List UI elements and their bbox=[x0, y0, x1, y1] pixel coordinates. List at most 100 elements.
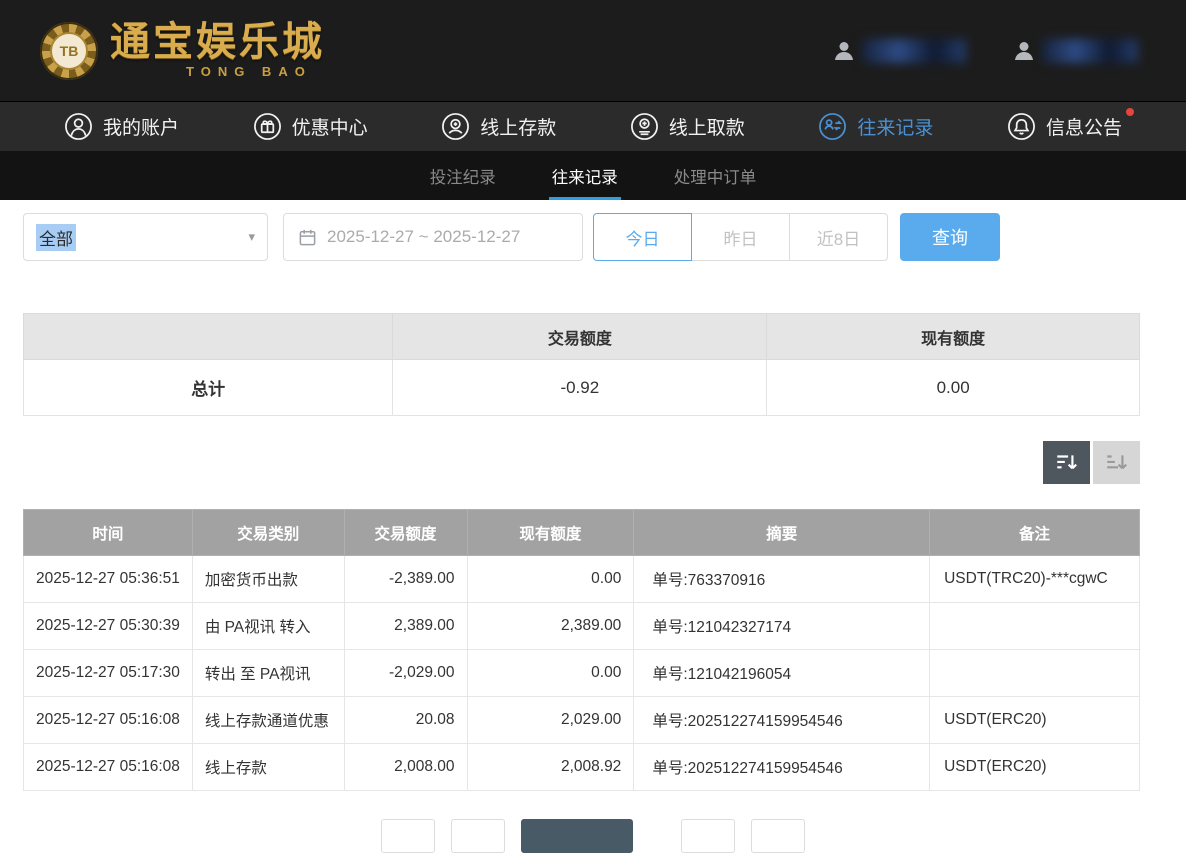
cell-balance: 2,389.00 bbox=[467, 603, 634, 650]
cell-remark bbox=[930, 603, 1140, 650]
chevron-down-icon: ▾ bbox=[248, 229, 255, 245]
cell-amount: 20.08 bbox=[344, 697, 467, 744]
col-type: 交易类别 bbox=[192, 510, 344, 556]
chip-text: TB bbox=[50, 32, 88, 70]
avatar-icon bbox=[1012, 39, 1036, 63]
records-table-section: 时间 交易类别 交易额度 现有额度 摘要 备注 2025-12-27 05:36… bbox=[23, 509, 1140, 791]
table-row: 2025-12-27 05:16:08 线上存款 2,008.00 2,008.… bbox=[24, 744, 1140, 791]
nav-label: 我的账户 bbox=[103, 113, 179, 140]
date-range-input[interactable]: 2025-12-27 ~ 2025-12-27 bbox=[283, 213, 583, 261]
summary-total-amount: -0.92 bbox=[393, 360, 767, 416]
user-slot-1 bbox=[832, 39, 966, 63]
sort-descending-icon bbox=[1054, 450, 1080, 476]
user-area bbox=[832, 39, 1138, 63]
pagination-button[interactable] bbox=[381, 819, 435, 853]
nav-label: 线上存款 bbox=[480, 113, 556, 140]
summary-total-balance: 0.00 bbox=[767, 360, 1140, 416]
sort-ascending-button[interactable] bbox=[1093, 441, 1140, 484]
gift-icon bbox=[253, 112, 282, 141]
cell-type: 由 PA视讯 转入 bbox=[192, 603, 344, 650]
date-range-value: 2025-12-27 ~ 2025-12-27 bbox=[327, 227, 520, 247]
cell-summary: 单号:202512274159954546 bbox=[634, 697, 930, 744]
cell-amount: -2,389.00 bbox=[344, 556, 467, 603]
summary-header-amount: 交易额度 bbox=[393, 314, 767, 360]
calendar-icon bbox=[298, 228, 317, 247]
cell-balance: 0.00 bbox=[467, 556, 634, 603]
table-header-row: 时间 交易类别 交易额度 现有额度 摘要 备注 bbox=[24, 510, 1140, 556]
redacted-username bbox=[862, 39, 966, 63]
redacted-balance bbox=[1042, 39, 1138, 63]
cell-time: 2025-12-27 05:36:51 bbox=[24, 556, 193, 603]
cell-type: 线上存款通道优惠 bbox=[192, 697, 344, 744]
nav-label: 往来记录 bbox=[857, 113, 933, 140]
cell-amount: 2,389.00 bbox=[344, 603, 467, 650]
tab-transaction-records[interactable]: 往来记录 bbox=[549, 151, 621, 200]
casino-chip-icon: TB bbox=[40, 22, 98, 80]
sort-descending-button[interactable] bbox=[1043, 441, 1090, 484]
pagination-button-active[interactable] bbox=[521, 819, 633, 853]
summary-total-label: 总计 bbox=[24, 360, 393, 416]
cell-balance: 0.00 bbox=[467, 650, 634, 697]
cell-remark bbox=[930, 650, 1140, 697]
table-row: 2025-12-27 05:17:30 转出 至 PA视讯 -2,029.00 … bbox=[24, 650, 1140, 697]
sub-nav: 投注纪录 往来记录 处理中订单 bbox=[0, 151, 1186, 200]
tab-processing-orders[interactable]: 处理中订单 bbox=[671, 151, 760, 200]
cell-remark: USDT(ERC20) bbox=[930, 697, 1140, 744]
nav-item-announcements[interactable]: 信息公告 bbox=[1007, 112, 1122, 141]
sort-controls bbox=[0, 441, 1140, 484]
cell-summary: 单号:121042196054 bbox=[634, 650, 930, 697]
summary-section: 交易额度 现有额度 总计 -0.92 0.00 bbox=[23, 313, 1140, 416]
brand-logo[interactable]: TB 通宝娱乐城 TONG BAO bbox=[40, 22, 325, 80]
pagination-bar bbox=[0, 819, 1186, 853]
type-select[interactable]: 全部 ▾ bbox=[23, 213, 268, 261]
tab-betting-records[interactable]: 投注纪录 bbox=[427, 151, 499, 200]
cell-balance: 2,029.00 bbox=[467, 697, 634, 744]
cell-balance: 2,008.92 bbox=[467, 744, 634, 791]
col-amount: 交易额度 bbox=[344, 510, 467, 556]
last-8-days-button[interactable]: 近8日 bbox=[789, 213, 888, 261]
nav-item-transaction-records[interactable]: 往来记录 bbox=[818, 112, 933, 141]
nav-item-deposit[interactable]: 线上存款 bbox=[441, 112, 556, 141]
sort-ascending-icon bbox=[1104, 450, 1130, 476]
brand-text: 通宝娱乐城 TONG BAO bbox=[110, 22, 325, 79]
nav-label: 线上取款 bbox=[669, 113, 745, 140]
col-time: 时间 bbox=[24, 510, 193, 556]
cell-summary: 单号:763370916 bbox=[634, 556, 930, 603]
cell-type: 转出 至 PA视讯 bbox=[192, 650, 344, 697]
filter-bar: 全部 ▾ 2025-12-27 ~ 2025-12-27 今日 昨日 近8日 查… bbox=[23, 213, 1140, 261]
brand-name-cn: 通宝娱乐城 bbox=[110, 22, 325, 62]
table-row: 2025-12-27 05:36:51 加密货币出款 -2,389.00 0.0… bbox=[24, 556, 1140, 603]
withdraw-icon bbox=[630, 112, 659, 141]
user-slot-2 bbox=[1012, 39, 1138, 63]
search-button[interactable]: 查询 bbox=[900, 213, 1000, 261]
cell-remark: USDT(ERC20) bbox=[930, 744, 1140, 791]
quick-range-group: 今日 昨日 近8日 bbox=[593, 213, 888, 261]
cell-type: 加密货币出款 bbox=[192, 556, 344, 603]
cell-time: 2025-12-27 05:17:30 bbox=[24, 650, 193, 697]
cell-summary: 单号:121042327174 bbox=[634, 603, 930, 650]
cell-amount: 2,008.00 bbox=[344, 744, 467, 791]
summary-total-row: 总计 -0.92 0.00 bbox=[24, 360, 1140, 416]
nav-item-my-account[interactable]: 我的账户 bbox=[64, 112, 179, 141]
bell-icon bbox=[1007, 112, 1036, 141]
avatar-icon bbox=[832, 39, 856, 63]
records-table: 时间 交易类别 交易额度 现有额度 摘要 备注 2025-12-27 05:36… bbox=[23, 509, 1140, 791]
today-button[interactable]: 今日 bbox=[593, 213, 692, 261]
yesterday-button[interactable]: 昨日 bbox=[691, 213, 790, 261]
col-balance: 现有额度 bbox=[467, 510, 634, 556]
cell-summary: 单号:202512274159954546 bbox=[634, 744, 930, 791]
cell-remark: USDT(TRC20)-***cgwC bbox=[930, 556, 1140, 603]
nav-label: 信息公告 bbox=[1046, 113, 1122, 140]
cell-time: 2025-12-27 05:30:39 bbox=[24, 603, 193, 650]
pagination-button[interactable] bbox=[751, 819, 805, 853]
cell-time: 2025-12-27 05:16:08 bbox=[24, 697, 193, 744]
nav-item-promotions[interactable]: 优惠中心 bbox=[253, 112, 368, 141]
table-row: 2025-12-27 05:30:39 由 PA视讯 转入 2,389.00 2… bbox=[24, 603, 1140, 650]
summary-header-blank bbox=[24, 314, 393, 360]
user-icon bbox=[64, 112, 93, 141]
nav-item-withdraw[interactable]: 线上取款 bbox=[630, 112, 745, 141]
tab-label: 投注纪录 bbox=[430, 164, 496, 188]
pagination-button[interactable] bbox=[451, 819, 505, 853]
brand-name-en: TONG BAO bbox=[110, 64, 325, 79]
pagination-button[interactable] bbox=[681, 819, 735, 853]
